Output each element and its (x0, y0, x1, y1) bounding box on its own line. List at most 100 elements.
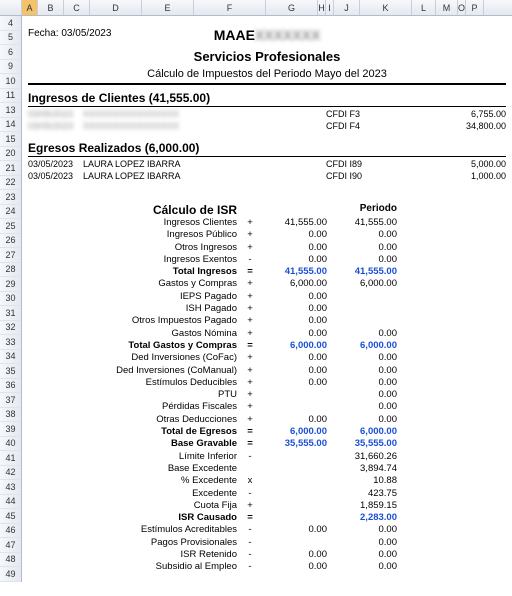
row-header-30[interactable]: 30 (0, 292, 21, 307)
calc-col2: 41,555.00 (327, 266, 397, 278)
calc-label: Estímulos Acreditables (28, 524, 243, 536)
row-header-48[interactable]: 48 (0, 553, 21, 568)
calc-row: Otras Deducciones+0.000.00 (28, 414, 506, 426)
row-header-43[interactable]: 43 (0, 480, 21, 495)
calc-col2: 0.00 (327, 365, 397, 377)
col-header-G[interactable]: G (266, 0, 318, 15)
row-header-36[interactable]: 36 (0, 379, 21, 394)
calc-op: + (243, 315, 257, 327)
row-header-46[interactable]: 46 (0, 524, 21, 539)
calc-row: Ingresos Exentos-0.000.00 (28, 254, 506, 266)
calc-op: = (243, 340, 257, 352)
calc-col2: 35,555.00 (327, 438, 397, 450)
row-header-5[interactable]: 5 (0, 31, 21, 46)
col-header-O[interactable]: O (458, 0, 466, 15)
calc-col2: 0.00 (327, 377, 397, 389)
calc-row: Cuota Fija+1,859.15 (28, 500, 506, 512)
calc-label: PTU (28, 389, 243, 401)
col-header-A[interactable]: A (22, 0, 38, 15)
calc-op: - (243, 488, 257, 500)
row-header-38[interactable]: 38 (0, 408, 21, 423)
row-header-22[interactable]: 22 (0, 176, 21, 191)
row-header-10[interactable]: 10 (0, 74, 21, 89)
row-header-31[interactable]: 31 (0, 306, 21, 321)
calc-col2: 0.00 (327, 549, 397, 561)
row-header-32[interactable]: 32 (0, 321, 21, 336)
row-headers[interactable]: 4569101113141520212223242526272829303132… (0, 16, 22, 582)
tx-date: 03/05/2023 (28, 159, 83, 169)
col-header-P[interactable]: P (466, 0, 484, 15)
row-header-44[interactable]: 44 (0, 495, 21, 510)
calc-col2: 0.00 (327, 254, 397, 266)
row-header-34[interactable]: 34 (0, 350, 21, 365)
calc-row: % Excedentex10.88 (28, 475, 506, 487)
calc-op: + (243, 278, 257, 290)
calc-op: + (243, 389, 257, 401)
col-header-corner[interactable] (0, 0, 22, 15)
row-header-42[interactable]: 42 (0, 466, 21, 481)
calc-col2: 6,000.00 (327, 426, 397, 438)
col-header-K[interactable]: K (360, 0, 412, 15)
col-header-C[interactable]: C (64, 0, 90, 15)
calc-col1: 0.00 (257, 328, 327, 340)
col-header-F[interactable]: F (194, 0, 266, 15)
col-header-M[interactable]: M (436, 0, 458, 15)
row-header-49[interactable]: 49 (0, 567, 21, 582)
row-header-45[interactable]: 45 (0, 509, 21, 524)
tx-row: 03/05/2023XXXXXXXXXXXXXXXXCFDI F36,755.0… (28, 109, 506, 119)
row-header-23[interactable]: 23 (0, 190, 21, 205)
tx-amount: 5,000.00 (446, 159, 506, 169)
col-header-B[interactable]: B (38, 0, 64, 15)
col-header-L[interactable]: L (412, 0, 436, 15)
row-header-6[interactable]: 6 (0, 45, 21, 60)
calc-label: IEPS Pagado (28, 291, 243, 303)
row-header-26[interactable]: 26 (0, 234, 21, 249)
row-header-15[interactable]: 15 (0, 132, 21, 147)
fecha-value: 03/05/2023 (61, 28, 111, 39)
row-header-9[interactable]: 9 (0, 60, 21, 75)
tx-amount: 6,755.00 (446, 109, 506, 119)
calc-col2: 0.00 (327, 352, 397, 364)
calc-label: ISR Retenido (28, 549, 243, 561)
calc-row: Total Ingresos=41,555.0041,555.00 (28, 266, 506, 278)
tx-cfdi: CFDI F3 (326, 109, 446, 119)
calc-col1: 0.00 (257, 229, 327, 241)
row-header-28[interactable]: 28 (0, 263, 21, 278)
row-header-41[interactable]: 41 (0, 451, 21, 466)
row-header-21[interactable]: 21 (0, 161, 21, 176)
row-header-27[interactable]: 27 (0, 248, 21, 263)
row-header-29[interactable]: 29 (0, 277, 21, 292)
ingresos-header: Ingresos de Clientes (41,555.00) (28, 91, 506, 107)
calc-col1: 41,555.00 (257, 266, 327, 278)
row-header-13[interactable]: 13 (0, 103, 21, 118)
calc-col1: 6,000.00 (257, 426, 327, 438)
row-header-20[interactable]: 20 (0, 147, 21, 162)
col-header-E[interactable]: E (142, 0, 194, 15)
calc-op: = (243, 266, 257, 278)
row-header-39[interactable]: 39 (0, 422, 21, 437)
calc-col2: 423.75 (327, 488, 397, 500)
calc-col1: 0.00 (257, 365, 327, 377)
row-header-24[interactable]: 24 (0, 205, 21, 220)
calc-op: + (243, 365, 257, 377)
row-header-35[interactable]: 35 (0, 364, 21, 379)
row-header-37[interactable]: 37 (0, 393, 21, 408)
periodo-header: Periodo (327, 203, 397, 217)
column-headers[interactable]: ABCDEFGHIJKLMOP (0, 0, 512, 16)
col-header-D[interactable]: D (90, 0, 142, 15)
tx-name: XXXXXXXXXXXXXXXX (83, 121, 326, 131)
row-header-4[interactable]: 4 (0, 16, 21, 31)
row-header-33[interactable]: 33 (0, 335, 21, 350)
calc-row: Gastos y Compras+6,000.006,000.00 (28, 278, 506, 290)
tx-date: 03/05/2023 (28, 121, 83, 131)
row-header-14[interactable]: 14 (0, 118, 21, 133)
col-header-J[interactable]: J (334, 0, 360, 15)
row-header-25[interactable]: 25 (0, 219, 21, 234)
row-header-47[interactable]: 47 (0, 538, 21, 553)
col-header-H[interactable]: H (318, 0, 326, 15)
row-header-40[interactable]: 40 (0, 437, 21, 452)
calc-row: Otros Impuestos Pagado+0.00 (28, 315, 506, 327)
calc-op: = (243, 438, 257, 450)
row-header-11[interactable]: 11 (0, 89, 21, 104)
col-header-I[interactable]: I (326, 0, 334, 15)
